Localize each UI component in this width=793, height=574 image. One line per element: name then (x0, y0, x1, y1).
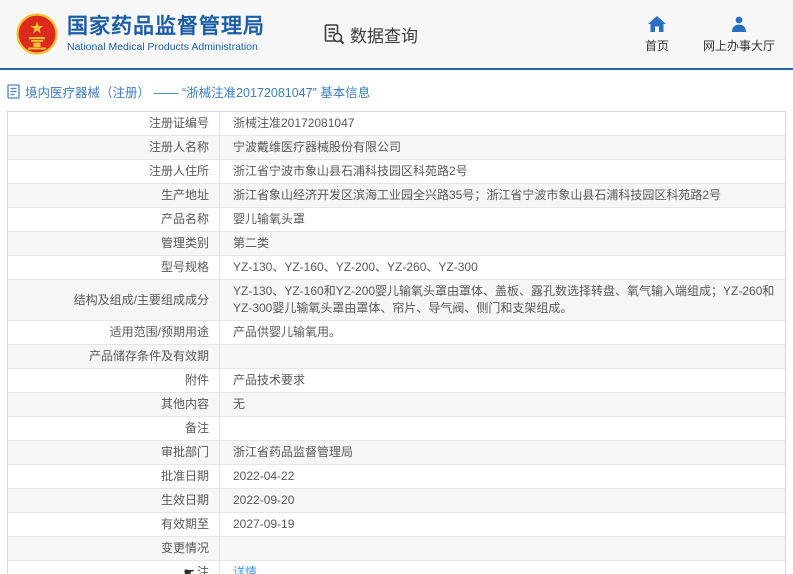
table-row: 有效期至 2027-09-19 (8, 513, 785, 537)
row-label: 注册人名称 (8, 136, 220, 159)
row-label-text: 管理类别 (161, 235, 209, 252)
page-header: 国家药品监督管理局 National Medical Products Admi… (0, 0, 793, 70)
row-label: 备注 (8, 417, 220, 440)
data-query-entry[interactable]: 数据查询 (323, 22, 418, 47)
info-table: 注册证编号浙械注准20172081047注册人名称宁波戴维医疗器械股份有限公司注… (7, 111, 786, 574)
row-value: 第二类 (220, 232, 785, 255)
header-nav: 首页 网上办事大厅 (645, 15, 775, 54)
row-label: ☛注 (8, 561, 220, 574)
row-value: 产品供婴儿输氧用。 (220, 321, 785, 344)
row-value: 2027-09-19 (220, 513, 785, 536)
table-row: ☛注 详情 (8, 561, 785, 574)
row-label: 生效日期 (8, 489, 220, 512)
row-label-text: 附件 (185, 372, 209, 389)
row-label-text: 其他内容 (161, 396, 209, 413)
row-label-text: 型号规格 (161, 259, 209, 276)
row-label-text: 审批部门 (161, 444, 209, 461)
row-label-text: 注册证编号 (149, 115, 209, 132)
nav-label-service-hall: 网上办事大厅 (703, 37, 775, 54)
data-query-label: 数据查询 (350, 22, 418, 47)
table-row: 型号规格 YZ-130、YZ-160、YZ-200、YZ-260、YZ-300 (8, 256, 785, 280)
row-label: 型号规格 (8, 256, 220, 279)
row-value: 宁波戴维医疗器械股份有限公司 (220, 136, 785, 159)
pointing-hand-icon: ☛ (183, 566, 195, 574)
table-row: 适用范围/预期用途产品供婴儿输氧用。 (8, 321, 785, 345)
row-label-text: 备注 (185, 420, 209, 437)
row-value: 婴儿输氧头罩 (220, 208, 785, 231)
row-label: 批准日期 (8, 465, 220, 488)
detail-link[interactable]: 详情 (233, 565, 257, 574)
row-label: 管理类别 (8, 232, 220, 255)
row-label-text: 注 (197, 564, 209, 574)
home-icon (648, 15, 666, 33)
row-label: 产品储存条件及有效期 (8, 345, 220, 368)
table-row: 结构及组成/主要组成成分 YZ-130、YZ-160和YZ-200婴儿输氧头罩由罩… (8, 280, 785, 321)
table-row: 注册人名称宁波戴维医疗器械股份有限公司 (8, 136, 785, 160)
row-label: 其他内容 (8, 393, 220, 416)
row-label: 变更情况 (8, 537, 220, 560)
table-row: 批准日期 2022-04-22 (8, 465, 785, 489)
table-row: 变更情况 (8, 537, 785, 561)
row-value: 浙江省药品监督管理局 (220, 441, 785, 464)
table-row: 注册人住所浙江省宁波市象山县石浦科技园区科苑路2号 (8, 160, 785, 184)
breadcrumb: 境内医疗器械（注册） —— “浙械注准20172081047” 基本信息 (0, 70, 793, 111)
table-row: 产品名称婴儿输氧头罩 (8, 208, 785, 232)
agency-name-en: National Medical Products Administration (67, 41, 265, 54)
nav-item-service-hall[interactable]: 网上办事大厅 (703, 15, 775, 54)
table-row: 生产地址浙江省象山经济开发区滨海工业园全兴路35号；浙江省宁波市象山县石浦科技园… (8, 184, 785, 208)
row-label: 注册人住所 (8, 160, 220, 183)
row-label-text: 生效日期 (161, 492, 209, 509)
row-value: 详情 (220, 561, 785, 574)
row-label: 审批部门 (8, 441, 220, 464)
breadcrumb-text: 境内医疗器械（注册） —— “浙械注准20172081047” 基本信息 (25, 82, 370, 101)
row-label: 产品名称 (8, 208, 220, 231)
row-label: 生产地址 (8, 184, 220, 207)
row-label-text: 注册人名称 (149, 139, 209, 156)
row-value: 2022-09-20 (220, 489, 785, 512)
person-icon (731, 15, 747, 33)
row-label-text: 批准日期 (161, 468, 209, 485)
row-label: 有效期至 (8, 513, 220, 536)
document-search-icon (323, 23, 345, 45)
nav-label-home: 首页 (645, 37, 669, 54)
row-label-text: 有效期至 (161, 516, 209, 533)
row-value (220, 546, 785, 552)
row-value: 浙械注准20172081047 (220, 112, 785, 135)
agency-name-cn: 国家药品监督管理局 (67, 15, 265, 39)
table-row: 管理类别第二类 (8, 232, 785, 256)
nmpa-emblem-logo (16, 13, 58, 55)
table-row: 附件产品技术要求 (8, 369, 785, 393)
table-row: 其他内容无 (8, 393, 785, 417)
table-row: 审批部门浙江省药品监督管理局 (8, 441, 785, 465)
agency-brand: 国家药品监督管理局 National Medical Products Admi… (67, 15, 265, 54)
row-value: YZ-130、YZ-160、YZ-200、YZ-260、YZ-300 (220, 256, 785, 279)
document-icon (7, 84, 20, 99)
table-row: 备注 (8, 417, 785, 441)
row-label-text: 生产地址 (161, 187, 209, 204)
row-value: 浙江省宁波市象山县石浦科技园区科苑路2号 (220, 160, 785, 183)
row-label: 适用范围/预期用途 (8, 321, 220, 344)
nav-item-home[interactable]: 首页 (645, 15, 669, 54)
row-label: 结构及组成/主要组成成分 (8, 280, 220, 320)
table-row: 产品储存条件及有效期 (8, 345, 785, 369)
row-label: 注册证编号 (8, 112, 220, 135)
row-label-text: 适用范围/预期用途 (110, 324, 209, 341)
row-value: 无 (220, 393, 785, 416)
row-label-text: 变更情况 (161, 540, 209, 557)
row-label-text: 注册人住所 (149, 163, 209, 180)
row-value (220, 354, 785, 360)
row-value: 产品技术要求 (220, 369, 785, 392)
row-value (220, 426, 785, 432)
row-label-text: 产品储存条件及有效期 (89, 348, 209, 365)
row-value: YZ-130、YZ-160和YZ-200婴儿输氧头罩由罩体、盖板、露孔数选择转盘… (220, 280, 785, 320)
row-label-text: 结构及组成/主要组成成分 (74, 292, 209, 309)
table-row: 生效日期 2022-09-20 (8, 489, 785, 513)
row-value: 2022-04-22 (220, 465, 785, 488)
row-label: 附件 (8, 369, 220, 392)
row-value: 浙江省象山经济开发区滨海工业园全兴路35号；浙江省宁波市象山县石浦科技园区科苑路… (220, 184, 785, 207)
row-label-text: 产品名称 (161, 211, 209, 228)
table-row: 注册证编号浙械注准20172081047 (8, 112, 785, 136)
